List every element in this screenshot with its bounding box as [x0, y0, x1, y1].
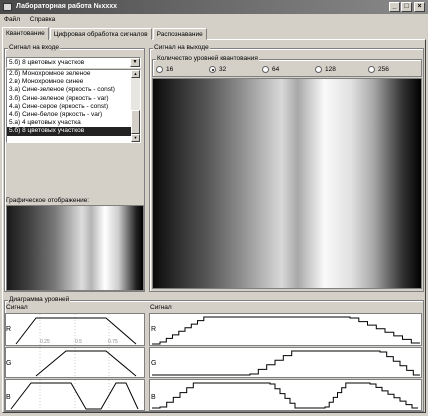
tab-recognition[interactable]: Распознавание: [152, 28, 207, 40]
left-tick-2: 0.5: [75, 339, 82, 345]
left-tick-3: 0.75: [108, 339, 118, 345]
radio-64-dot[interactable]: [262, 65, 269, 73]
signal-list-item[interactable]: 4.б) Сине-белое (яркость - var): [7, 111, 140, 119]
left-plot-g: [5, 347, 145, 378]
tab-strip: Квантование Цифровая обработка сигналов Ра…: [2, 27, 208, 40]
radio-32[interactable]: 32: [209, 65, 226, 74]
levels-diagram-title: Диаграмма уровней: [8, 296, 71, 304]
signal-select[interactable]: 5.б) 8 цветовых участков ▼: [6, 57, 141, 68]
signal-select-value: 5.б) 8 цветовых участков: [9, 59, 85, 66]
signal-list-item[interactable]: 4.а) Сине-серое (яркость - const): [7, 103, 140, 111]
scroll-thumb[interactable]: [131, 110, 140, 134]
radio-16-label: 16: [166, 66, 174, 73]
levels-radio-row: 16 32 64 128 256: [154, 64, 420, 76]
radio-128-dot[interactable]: [315, 65, 322, 73]
left-b-label: B: [6, 394, 11, 401]
radio-16-dot[interactable]: [156, 65, 163, 73]
right-signal-title: Сигнал: [150, 304, 172, 311]
right-plot-g: [149, 347, 422, 378]
signal-list[interactable]: 2.б) Монохромное зеленое 2.в) Монохромное…: [6, 69, 141, 143]
scroll-down-icon[interactable]: ▼: [131, 134, 140, 142]
list-scrollbar[interactable]: ▲ ▼: [131, 70, 140, 142]
signal-list-item[interactable]: 3.б) Сине-зеленое (яркость - var): [7, 95, 140, 103]
right-plot-b: [149, 379, 422, 411]
close-button[interactable]: ×: [414, 2, 425, 12]
radio-128[interactable]: 128: [315, 65, 336, 74]
left-plot-b: [5, 379, 145, 411]
signal-list-item[interactable]: 5.б) 8 цветовых участков: [7, 127, 140, 136]
radio-64[interactable]: 64: [262, 65, 279, 74]
scroll-up-icon[interactable]: ▲: [131, 70, 140, 78]
window-title: Лабораторная работа №хххх: [16, 3, 118, 10]
left-tick-1: 0.25: [40, 339, 50, 345]
radio-256[interactable]: 256: [368, 65, 389, 74]
output-signal-title: Сигнал на выходе: [153, 44, 210, 52]
right-r-label: R: [151, 326, 157, 333]
levels-title: Количество уровней квантования: [156, 55, 259, 63]
input-signal-title: Сигнал на входе: [8, 44, 61, 52]
app-icon: [3, 3, 12, 11]
signal-list-item[interactable]: 2.в) Монохромное синее: [7, 78, 140, 86]
left-r-label: R: [6, 326, 12, 333]
graphic-display-label: Графическое отображение:: [6, 197, 90, 204]
title-bar: Лабораторная работа №хххх: [0, 0, 428, 14]
signal-list-item[interactable]: 2.б) Монохромное зеленое: [7, 70, 140, 78]
right-b-label: B: [151, 394, 156, 401]
radio-64-label: 64: [272, 66, 280, 73]
radio-256-dot[interactable]: [368, 65, 375, 73]
right-plot-r: [149, 313, 422, 346]
chevron-down-icon[interactable]: ▼: [130, 58, 140, 67]
minimize-button[interactable]: _: [389, 2, 400, 12]
output-gradient-preview: [152, 78, 422, 289]
maximize-button[interactable]: □: [401, 2, 412, 12]
input-gradient-preview: [6, 205, 144, 291]
menu-file[interactable]: Файл: [0, 14, 24, 26]
left-g-label: G: [6, 360, 12, 367]
tab-quantization[interactable]: Квантование: [2, 27, 49, 40]
tab-dsp[interactable]: Цифровая обработка сигналов: [49, 28, 152, 40]
right-g-label: G: [151, 360, 157, 367]
menu-bar: Файл Справка: [0, 14, 428, 26]
signal-list-item[interactable]: 3.а) Сине-зеленое (яркость - const): [7, 86, 140, 94]
menu-help[interactable]: Справка: [26, 14, 60, 26]
radio-32-label: 32: [219, 66, 227, 73]
radio-256-label: 256: [378, 66, 389, 73]
radio-16[interactable]: 16: [156, 65, 173, 74]
radio-128-label: 128: [325, 66, 336, 73]
radio-32-dot[interactable]: [209, 65, 216, 73]
left-signal-title: Сигнал: [6, 304, 28, 311]
